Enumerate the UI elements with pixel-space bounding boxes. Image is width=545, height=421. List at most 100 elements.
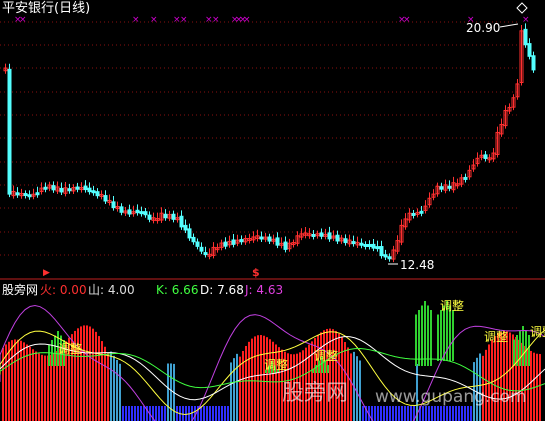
volume-bar <box>407 406 409 421</box>
volume-bar <box>425 406 427 421</box>
volume-bar <box>110 351 112 421</box>
candlestick-chart[interactable]: ×× × × × × × × ×××× ×× × × <box>0 0 545 280</box>
green-bar <box>522 326 524 366</box>
candle-body <box>83 185 88 191</box>
volume-bar <box>236 353 238 421</box>
panel-arrow-icon[interactable]: ▶ <box>43 266 50 280</box>
volume-bar <box>92 328 94 421</box>
volume-bar <box>392 406 394 421</box>
volume-bar <box>215 406 217 421</box>
candle-body <box>95 191 100 197</box>
candle-body <box>59 187 64 193</box>
candle-body <box>143 211 148 216</box>
volume-bar <box>221 406 223 421</box>
volume-bar <box>275 344 277 421</box>
volume-bar <box>80 326 82 421</box>
candle-body <box>383 254 388 258</box>
candle-body <box>67 188 72 192</box>
candle-body <box>371 243 376 249</box>
green-bar <box>525 330 527 366</box>
x-marker: × <box>212 15 220 25</box>
volume-bar <box>224 406 226 421</box>
indicator-panel[interactable]: 股旁网 火: 0.00 山: 4.00 K: 6.66 D: 7.68 J: 4.63 … <box>0 281 545 421</box>
volume-bar <box>491 339 493 421</box>
candle-body <box>327 232 332 240</box>
indicator-field-value: 4.00 <box>107 283 135 297</box>
volume-bar <box>404 406 406 421</box>
watermark-url: www.gupang.com <box>375 387 527 407</box>
volume-bar <box>260 335 262 421</box>
volume-bar <box>446 406 448 421</box>
volume-bar <box>422 406 424 421</box>
indicator-field-label: D: <box>200 283 218 297</box>
volume-bar <box>431 406 433 421</box>
candle-body <box>7 68 12 195</box>
indicator-field-value: 4.63 <box>256 283 284 297</box>
candle-body <box>187 228 192 239</box>
volume-bar <box>254 336 256 421</box>
green-bar <box>48 344 50 366</box>
volume-bar <box>251 338 253 421</box>
volume-bar <box>98 336 100 421</box>
candle-body <box>51 185 56 191</box>
volume-bar <box>104 346 106 421</box>
volume-bar <box>494 336 496 421</box>
volume-bar <box>128 406 130 421</box>
adjust-label: 调整 <box>264 358 289 372</box>
green-bar <box>430 310 432 366</box>
indicator-field-value: 7.68 <box>217 283 244 297</box>
x-marker: × <box>150 15 158 25</box>
indicator-field-value: 6.66 <box>171 283 199 297</box>
indicator-field: D: 7.68 <box>200 283 244 297</box>
candle-body <box>335 234 340 242</box>
volume-bar <box>320 332 322 421</box>
volume-bar <box>539 354 541 421</box>
candle-body <box>259 236 264 240</box>
price-chart-panel[interactable]: × × × × × × × × × × × × × × × × 平安银行(日线) 20.90 12.48 $ … <box>0 0 545 280</box>
volume-bar <box>86 325 88 421</box>
volume-bar <box>506 331 508 421</box>
volume-bar <box>470 406 472 421</box>
green-bar <box>315 365 317 373</box>
watermark-cn: 股旁网 <box>282 381 349 406</box>
candle-body <box>183 224 188 231</box>
candle-body <box>35 192 40 196</box>
indicator-field: 火: 0.00 <box>40 283 87 297</box>
candle-body <box>419 210 424 214</box>
signal-marker: $ <box>252 266 260 279</box>
candle-body <box>179 215 184 228</box>
volume-bar <box>497 333 499 421</box>
volume-bar <box>332 329 334 421</box>
green-bar <box>513 339 515 366</box>
candle-body <box>411 212 416 216</box>
candle-body <box>27 194 32 198</box>
candle-body <box>523 28 528 46</box>
candle-body <box>119 206 124 213</box>
candle-body <box>163 213 168 219</box>
x-marker: × <box>19 15 27 25</box>
candle-body <box>531 55 536 71</box>
indicator-field-value: 0.00 <box>59 283 87 297</box>
volume-bar <box>107 352 109 421</box>
volume-bar <box>29 346 31 421</box>
volume-bar <box>449 406 451 421</box>
volume-bar <box>8 341 10 421</box>
green-bar <box>424 301 426 366</box>
volume-bar <box>458 406 460 421</box>
candle-body <box>223 241 228 247</box>
volume-bar <box>440 406 442 421</box>
candle-body <box>379 246 384 257</box>
volume-bar <box>89 326 91 421</box>
indicator-field-label: 火: <box>40 283 60 297</box>
candle-body <box>439 186 444 190</box>
volume-bar <box>218 406 220 421</box>
x-marker: × <box>180 15 188 25</box>
green-bar <box>440 310 442 361</box>
volume-bar <box>170 363 172 421</box>
volume-bar <box>452 406 454 421</box>
high-price-label: 20.90 <box>466 21 501 35</box>
volume-bar <box>398 406 400 421</box>
volume-bar <box>176 406 178 421</box>
candle-body <box>15 192 20 196</box>
volume-bar <box>443 406 445 421</box>
